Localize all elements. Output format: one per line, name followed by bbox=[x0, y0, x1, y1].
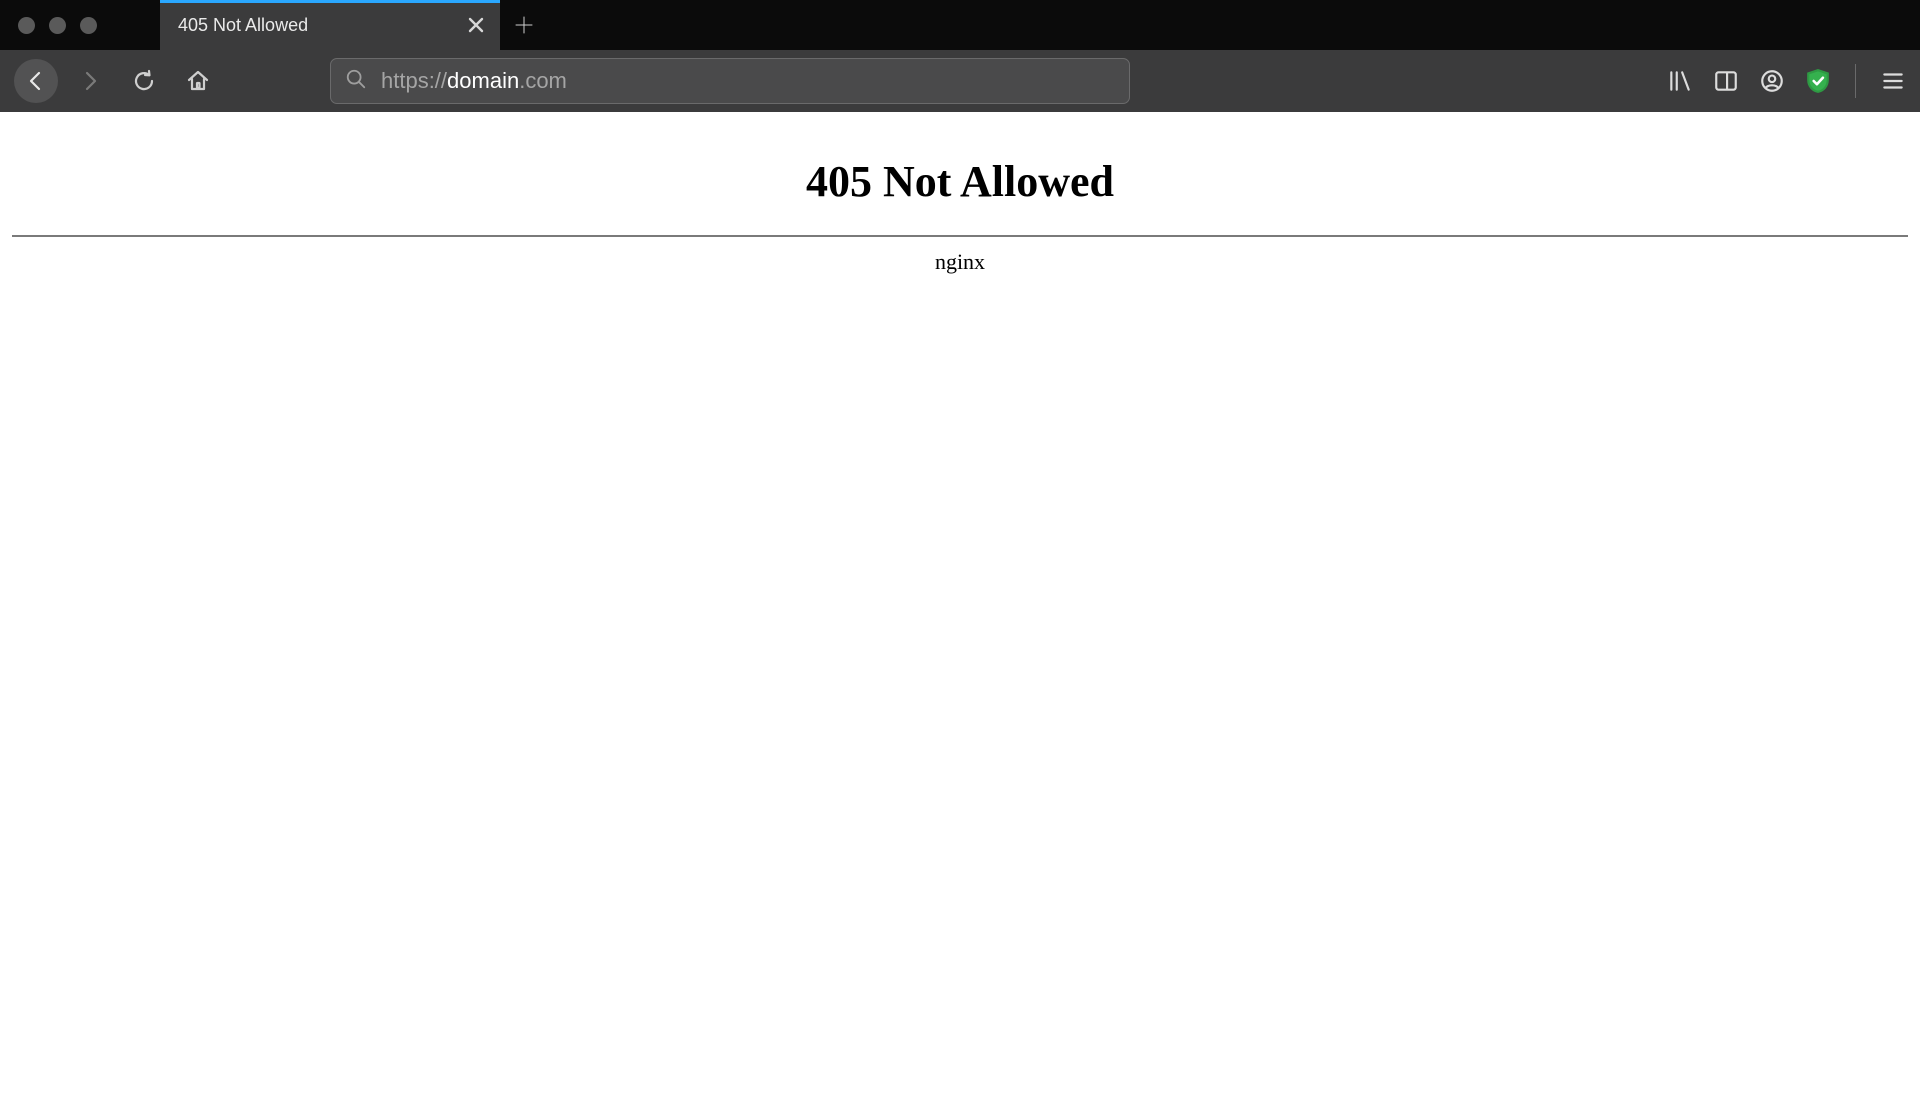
window-minimize-dot[interactable] bbox=[49, 17, 66, 34]
library-icon[interactable] bbox=[1667, 68, 1693, 94]
search-icon bbox=[345, 68, 367, 95]
tab-strip: 405 Not Allowed bbox=[0, 0, 1920, 50]
toolbar: https://domain.com bbox=[0, 50, 1920, 112]
error-heading: 405 Not Allowed bbox=[12, 156, 1908, 207]
browser-tab[interactable]: 405 Not Allowed bbox=[160, 0, 500, 50]
forward-button[interactable] bbox=[68, 59, 112, 103]
menu-icon[interactable] bbox=[1880, 68, 1906, 94]
divider bbox=[12, 235, 1908, 237]
account-icon[interactable] bbox=[1759, 68, 1785, 94]
toolbar-divider bbox=[1855, 64, 1856, 98]
url-tld: .com bbox=[519, 68, 567, 93]
home-button[interactable] bbox=[176, 59, 220, 103]
close-icon[interactable] bbox=[468, 17, 484, 33]
back-button[interactable] bbox=[14, 59, 58, 103]
window-maximize-dot[interactable] bbox=[80, 17, 97, 34]
sidebar-icon[interactable] bbox=[1713, 68, 1739, 94]
new-tab-button[interactable] bbox=[500, 0, 548, 50]
page-content: 405 Not Allowed nginx bbox=[0, 112, 1920, 1110]
url-text: https://domain.com bbox=[381, 68, 567, 94]
server-name: nginx bbox=[12, 249, 1908, 275]
tab-title: 405 Not Allowed bbox=[178, 15, 456, 36]
window-close-dot[interactable] bbox=[18, 17, 35, 34]
url-protocol: https:// bbox=[381, 68, 447, 93]
toolbar-right bbox=[1667, 64, 1906, 98]
window-controls bbox=[0, 0, 160, 50]
address-bar[interactable]: https://domain.com bbox=[330, 58, 1130, 104]
url-host: domain bbox=[447, 68, 519, 93]
reload-button[interactable] bbox=[122, 59, 166, 103]
browser-chrome: 405 Not Allowed https://domai bbox=[0, 0, 1920, 112]
shield-icon[interactable] bbox=[1805, 68, 1831, 94]
